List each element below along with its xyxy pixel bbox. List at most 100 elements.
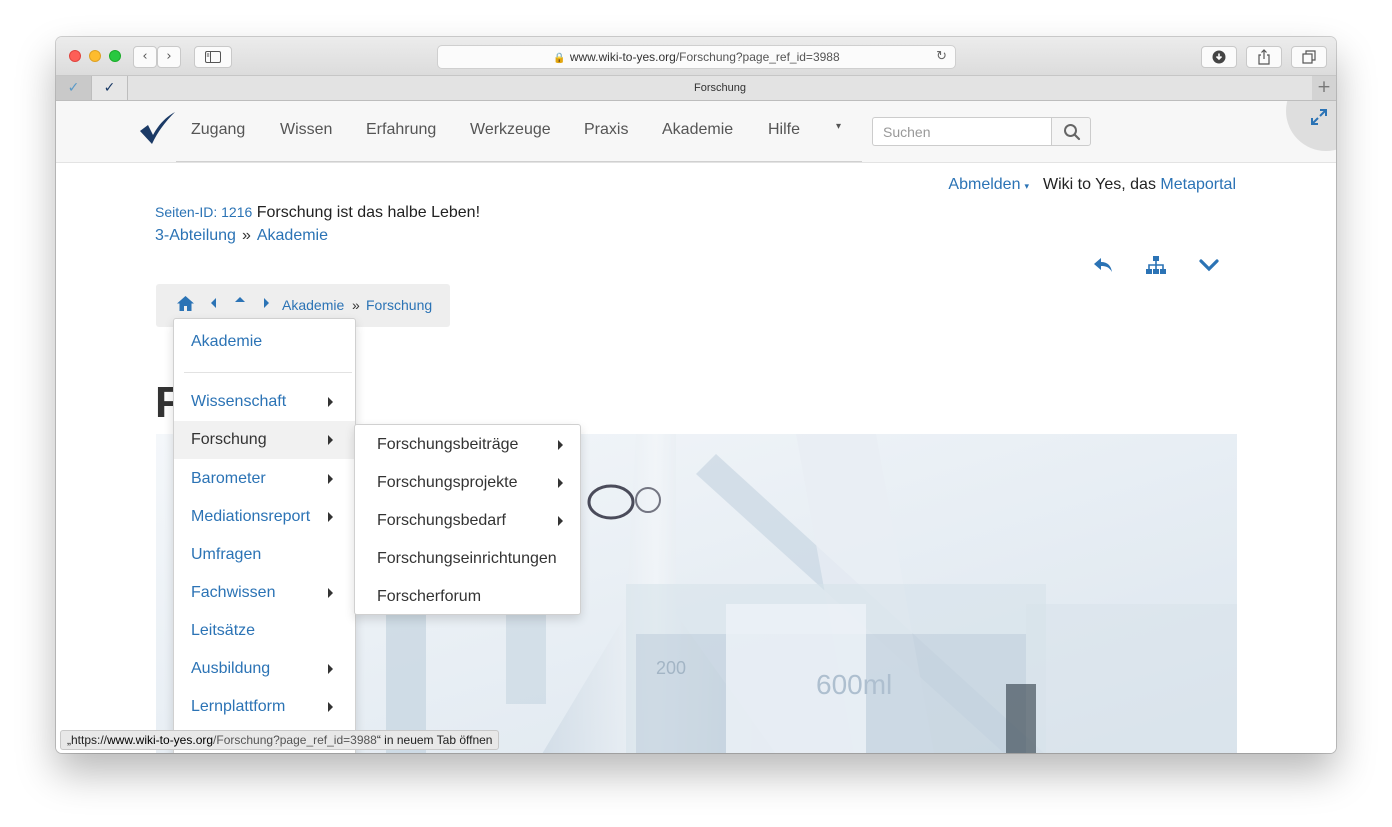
link-status-bar: „https://www.wiki-to-yes.org/Forschung?p…	[60, 730, 500, 750]
downloads-button[interactable]	[1201, 46, 1237, 68]
submenu-item-label: Forschungseinrichtungen	[377, 550, 557, 567]
submenu-item-label: Forschungsbedarf	[377, 512, 506, 529]
menu-item-label: Forschung	[191, 431, 267, 448]
share-button[interactable]	[1246, 46, 1282, 68]
reply-arrow-icon[interactable]	[1092, 254, 1114, 276]
nav-wissen[interactable]: Wissen	[280, 121, 332, 139]
menu-item-label: Barometer	[191, 470, 266, 487]
nav-praxis[interactable]: Praxis	[584, 121, 628, 139]
submenu-arrow-icon	[328, 664, 333, 674]
url-host: www.wiki-to-yes.org	[569, 50, 676, 64]
sitemap-icon[interactable]	[1145, 254, 1167, 276]
checkmark-logo-icon[interactable]	[138, 111, 176, 145]
chevron-down-icon[interactable]	[1198, 254, 1220, 276]
close-window-button[interactable]	[69, 50, 81, 62]
breadcrumb-forschung[interactable]: Forschung	[366, 297, 432, 313]
nav-hilfe[interactable]: Hilfe	[768, 121, 800, 139]
nav-more-caret-icon[interactable]: ▾	[836, 121, 841, 132]
menu-item-mediationsreport[interactable]: Mediationsreport	[174, 498, 355, 536]
tab-bar: ✓ ✓ Forschung +	[56, 76, 1336, 101]
crumb-separator: »	[241, 227, 251, 244]
address-bar[interactable]: 🔒 www.wiki-to-yes.org/Forschung?page_ref_…	[437, 45, 956, 69]
user-line: Abmelden ▾ Wiki to Yes, das Metaportal	[948, 176, 1236, 194]
logout-caret-icon[interactable]: ▾	[1024, 182, 1029, 192]
menu-item-leitsaetze[interactable]: Leitsätze	[174, 612, 355, 650]
submenu-arrow-icon	[328, 474, 333, 484]
tabs-icon	[1302, 50, 1316, 64]
menu-item-label: Umfragen	[191, 546, 262, 563]
home-icon[interactable]	[176, 295, 195, 312]
submenu-item-forschungsbeitraege[interactable]: Forschungsbeiträge	[355, 426, 580, 464]
sidebar-icon	[205, 51, 221, 63]
menu-item-umfragen[interactable]: Umfragen	[174, 536, 355, 574]
menu-item-label: Lernplattform	[191, 698, 286, 715]
nav-werkzeuge[interactable]: Werkzeuge	[470, 121, 551, 139]
tabs-overview-button[interactable]	[1291, 46, 1327, 68]
submenu-arrow-icon	[558, 478, 563, 488]
pinned-tab[interactable]: ✓	[56, 76, 92, 100]
svg-text:200: 200	[656, 658, 686, 678]
metaportal-link[interactable]: Metaportal	[1160, 176, 1236, 193]
submenu-arrow-icon	[558, 516, 563, 526]
menu-item-lernplattform[interactable]: Lernplattform	[174, 688, 355, 726]
submenu-item-forschungsprojekte[interactable]: Forschungsprojekte	[355, 464, 580, 502]
forward-button[interactable]: ›	[157, 46, 181, 68]
menu-header-label: Akademie	[191, 333, 263, 350]
browser-toolbar: ‹ › 🔒 www.wiki-to-yes.org/Forschung?page_…	[56, 37, 1336, 76]
menu-item-barometer[interactable]: Barometer	[174, 460, 355, 498]
menu-header-akademie[interactable]: Akademie	[174, 323, 355, 361]
crumb-akademie[interactable]: Akademie	[257, 227, 328, 244]
submenu-arrow-icon	[328, 512, 333, 522]
menu-item-fachwissen[interactable]: Fachwissen	[174, 574, 355, 612]
tab-forschung[interactable]: Forschung	[128, 76, 1312, 100]
checkmark-tab-icon: ✓	[67, 80, 80, 96]
page-id-line: Seiten-ID: 1216 Forschung ist das halbe …	[155, 204, 480, 222]
reload-icon[interactable]: ↻	[936, 46, 947, 68]
nav-zugang[interactable]: Zugang	[191, 121, 245, 139]
navbar-divider	[176, 161, 862, 162]
crumb-3-abteilung[interactable]: 3-Abteilung	[155, 227, 236, 244]
search-input[interactable]	[872, 117, 1052, 146]
submenu-item-forschungseinrichtungen[interactable]: Forschungseinrichtungen	[355, 540, 580, 578]
forschung-submenu: Forschungsbeiträge Forschungsprojekte Fo…	[354, 424, 581, 615]
sidebar-toggle-button[interactable]	[194, 46, 232, 68]
submenu-item-forschungsbedarf[interactable]: Forschungsbedarf	[355, 502, 580, 540]
checkmark-tab-icon: ✓	[103, 80, 116, 96]
menu-item-ausbildung[interactable]: Ausbildung	[174, 650, 355, 688]
logout-link[interactable]: Abmelden	[948, 176, 1020, 193]
menu-item-label: Mediationsreport	[191, 508, 311, 525]
expand-arrows-icon[interactable]	[1310, 108, 1328, 126]
search-button[interactable]	[1051, 117, 1091, 146]
nav-erfahrung[interactable]: Erfahrung	[366, 121, 436, 139]
zoom-window-button[interactable]	[109, 50, 121, 62]
menu-item-label: Leitsätze	[191, 622, 256, 639]
caret-right-icon[interactable]	[262, 297, 270, 309]
back-button[interactable]: ‹	[133, 46, 157, 68]
caret-left-icon[interactable]	[210, 297, 218, 309]
menu-item-forschung[interactable]: Forschung	[174, 421, 355, 459]
lock-icon: 🔒	[553, 53, 566, 64]
submenu-arrow-icon	[328, 397, 333, 407]
status-path: /Forschung?page_ref_id=3988	[213, 733, 377, 747]
caret-up-icon[interactable]	[234, 295, 246, 303]
status-host: www.wiki-to-yes.org	[107, 733, 214, 747]
minimize-window-button[interactable]	[89, 50, 101, 62]
pinned-tab-active[interactable]: ✓	[92, 76, 128, 100]
page-id-label[interactable]: Seiten-ID: 1216	[155, 204, 252, 220]
submenu-arrow-icon	[558, 440, 563, 450]
breadcrumb-separator: »	[352, 297, 360, 313]
url-path: /Forschung?page_ref_id=3988	[675, 50, 840, 64]
nav-akademie[interactable]: Akademie	[662, 121, 733, 139]
breadcrumb-akademie[interactable]: Akademie	[282, 297, 344, 313]
browser-window: ‹ › 🔒 www.wiki-to-yes.org/Forschung?page_…	[56, 37, 1336, 753]
new-tab-button[interactable]: +	[1312, 76, 1336, 100]
menu-item-wissenschaft[interactable]: Wissenschaft	[174, 383, 355, 421]
submenu-item-forscherforum[interactable]: Forscherforum	[355, 578, 580, 616]
submenu-item-label: Forscherforum	[377, 588, 482, 605]
menu-item-label: Ausbildung	[191, 660, 271, 677]
menu-item-label: Wissenschaft	[191, 393, 287, 410]
web-page: Zugang Wissen Erfahrung Werkzeuge Praxis…	[56, 101, 1336, 753]
search-icon	[1064, 124, 1081, 141]
download-icon	[1212, 50, 1226, 64]
svg-text:600ml: 600ml	[816, 669, 892, 700]
